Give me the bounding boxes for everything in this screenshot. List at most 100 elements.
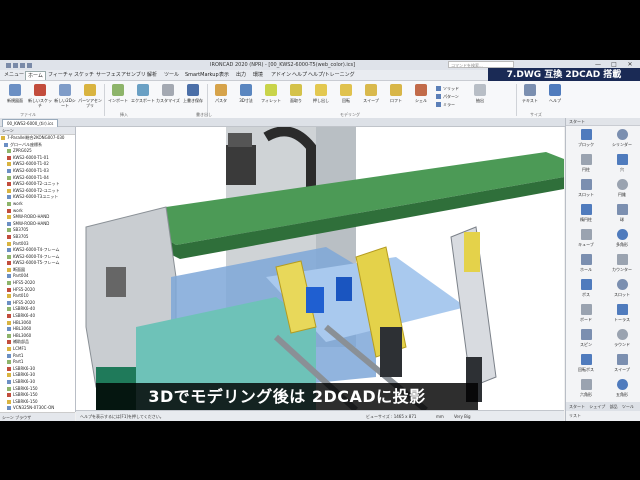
palette-item[interactable]: 円柱 [570, 153, 602, 177]
palette-list-toggle[interactable]: リスト [566, 411, 640, 421]
palette-item[interactable]: 六角形 [570, 378, 602, 402]
scene-tree-item[interactable]: Part010 [0, 293, 75, 300]
scene-tree-item[interactable]: SMW-ROBO-HAND [0, 221, 75, 228]
palette-item[interactable]: 多角形 [606, 228, 638, 252]
import-button[interactable]: インポート [106, 84, 130, 110]
loft-button[interactable]: ロフト [384, 84, 408, 110]
scene-tree-item[interactable]: KWS2-6000-T1-02 [0, 161, 75, 168]
extract-button[interactable]: 抽出 [468, 84, 492, 110]
scene-tree-item[interactable]: 補助部品 [0, 339, 75, 346]
shell-button[interactable]: シェル [409, 84, 433, 110]
palette-item[interactable]: カウンター [606, 253, 638, 277]
scene-tree-item[interactable]: Part1 [0, 353, 75, 360]
3d-dimension-button[interactable]: 3D寸法 [234, 84, 258, 110]
tab-feature[interactable]: フィーチャ [46, 71, 75, 79]
tab-sketch[interactable]: スケッチ [72, 71, 96, 79]
scene-tree-item[interactable]: LSBRK6-150 [0, 399, 75, 406]
scene-tree-item[interactable]: LSBRK6-40 [0, 313, 75, 320]
tab-help-training[interactable]: ヘルプ/トレーニング [306, 71, 357, 79]
scene-tree-item[interactable]: LSBRK6-40 [0, 306, 75, 313]
scene-tree-item[interactable]: ZPRG025 [0, 148, 75, 155]
tab-view[interactable]: 表示 [217, 71, 231, 79]
pattern-button[interactable]: パターン [436, 93, 459, 100]
scene-tree-item[interactable]: LCMF1 [0, 346, 75, 353]
scene-tree-item[interactable]: work [0, 201, 75, 208]
scene-tree-item[interactable]: KWS2-6000-T3ユニット [0, 194, 75, 201]
palette-item[interactable]: 五角形 [606, 378, 638, 402]
palette-item[interactable]: 穴 [606, 153, 638, 177]
tab-output[interactable]: 出力 [234, 71, 248, 79]
palette-item[interactable]: スロット [606, 278, 638, 302]
paste-button[interactable]: パスタ [209, 84, 233, 110]
scene-tree-item[interactable]: KWS2-6000-T2-ユニット [0, 181, 75, 188]
scene-tree-item[interactable]: HFS5-2020 [0, 280, 75, 287]
chamfer-button[interactable]: 面取り [284, 84, 308, 110]
tab-analysis[interactable]: 解析 [145, 71, 159, 79]
scene-tree-item[interactable]: work [0, 208, 75, 215]
scene-tree-item[interactable]: グローバル座標系 [0, 142, 75, 149]
export-button[interactable]: エクスポート [131, 84, 155, 110]
scene-tree-item[interactable]: KWS2-6000-T2-ユニット [0, 188, 75, 195]
palette-item[interactable]: ラウンド [606, 328, 638, 352]
help-button[interactable]: ヘルプ [543, 84, 567, 110]
scene-tree-item[interactable]: Part1 [0, 359, 75, 366]
tab-assembly[interactable]: アセンブリ [119, 71, 148, 79]
tab-tools[interactable]: ツール [162, 71, 181, 79]
scene-tree-item[interactable]: KWS2-6000-T4-フレーム [0, 254, 75, 261]
palette-item[interactable]: ボス [570, 278, 602, 302]
palette-item[interactable]: シリンダー [606, 128, 638, 152]
palette-item[interactable]: キューブ [570, 228, 602, 252]
scene-tree-item[interactable]: LSBRK6-30 [0, 379, 75, 386]
palette-tab-parts[interactable]: 部品 [610, 404, 618, 409]
scene-tree-item[interactable]: KWS2-6000-T5-フレーム [0, 260, 75, 267]
tab-menu[interactable]: メニュー [2, 71, 26, 79]
scene-tree-item[interactable]: SB3705 [0, 227, 75, 234]
part-assembly-button[interactable]: パーツアセンブリ [78, 84, 102, 110]
palette-tab-tools[interactable]: ツール [622, 404, 634, 409]
scene-tree-item[interactable]: HBL3060 [0, 333, 75, 340]
revolve-button[interactable]: 回転 [334, 84, 358, 110]
scene-tree-item[interactable]: KWS2-6000-T1-01 [0, 155, 75, 162]
palette-item[interactable]: トーラス [606, 303, 638, 327]
palette-item[interactable]: 球 [606, 203, 638, 227]
palette-item[interactable]: 楕円柱 [570, 203, 602, 227]
scene-tree-item[interactable]: 断面図 [0, 267, 75, 274]
new-2d-sheet-button[interactable]: 新しい2Dシート [53, 84, 77, 110]
tab-environment[interactable]: 環境 [251, 71, 265, 79]
mirror-button[interactable]: ミラー [436, 101, 455, 108]
scene-tree-item[interactable]: LSBRK6-150 [0, 386, 75, 393]
palette-item[interactable]: スロット [570, 178, 602, 202]
status-unit[interactable]: mm [436, 411, 444, 421]
command-search-input[interactable]: コマンドを検索... [448, 61, 514, 68]
palette-tab-shape[interactable]: シェイプ [589, 404, 605, 409]
palette-item[interactable]: ボード [570, 303, 602, 327]
scene-tree-item[interactable]: HFS5-2020 [0, 287, 75, 294]
palette-item[interactable]: 円錐 [606, 178, 638, 202]
save-button[interactable]: 上書き保存 [181, 84, 205, 110]
extrude-button[interactable]: 押し出し [309, 84, 333, 110]
scene-tree-item[interactable]: HBL3060 [0, 320, 75, 327]
palette-item[interactable]: 回転ボス [570, 353, 602, 377]
text-button[interactable]: テキスト [518, 84, 542, 110]
scene-tree-item[interactable]: Part004 [0, 273, 75, 280]
new-drawing-button[interactable]: 新規図面 [3, 84, 27, 110]
palette-item[interactable]: ホール [570, 253, 602, 277]
tab-home[interactable]: ホーム [25, 71, 46, 80]
scene-tree-item[interactable]: LSBRK6-150 [0, 392, 75, 399]
scene-tree-item[interactable]: 7-Parallel総合2KONG007-030 [0, 135, 75, 142]
customize-button[interactable]: カスタマイズ [156, 84, 180, 110]
tab-smartmarkup[interactable]: SmartMarkup [183, 71, 221, 79]
scene-tree-item[interactable]: Part003 [0, 241, 75, 248]
scene-tree-item[interactable]: KWS2-6000-T1-04 [0, 175, 75, 182]
solid-button[interactable]: ソリッド [436, 85, 459, 92]
scene-browser-footer[interactable]: シーン ブラウザ [0, 412, 75, 421]
status-quality[interactable]: Very Big [454, 411, 471, 421]
sweep-button[interactable]: スイープ [359, 84, 383, 110]
scene-tree-item[interactable]: KWS2-6000-T1-03 [0, 168, 75, 175]
scene-tree-item[interactable]: HFS5-2020 [0, 300, 75, 307]
palette-item[interactable]: スピン [570, 328, 602, 352]
quick-access-toolbar[interactable] [6, 62, 46, 68]
scene-tree-item[interactable]: HBL3060 [0, 326, 75, 333]
palette-item[interactable]: ブロック [570, 128, 602, 152]
scene-tree-item[interactable]: SMW-ROBO-HAND [0, 214, 75, 221]
